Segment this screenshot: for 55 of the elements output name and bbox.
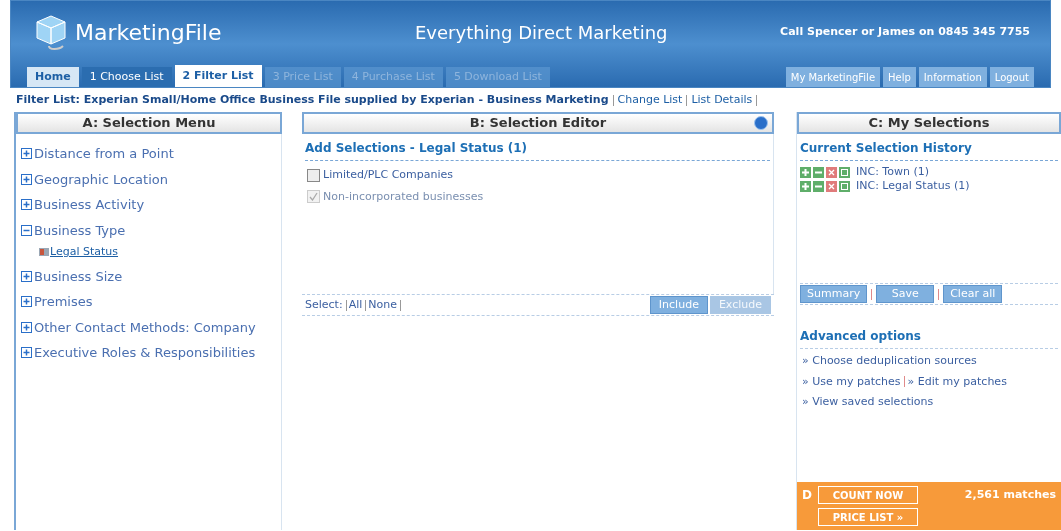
select-link[interactable]: None bbox=[368, 296, 397, 314]
expand-icon[interactable] bbox=[21, 347, 32, 359]
option-link[interactable]: » Choose deduplication sources bbox=[802, 353, 977, 370]
option-label: Limited/PLC Companies bbox=[323, 167, 454, 183]
checkbox[interactable] bbox=[307, 168, 320, 182]
menu-item[interactable]: Other Contact Methods: Company bbox=[34, 317, 256, 337]
section-title: Add Selections - Legal Status (1) bbox=[305, 134, 770, 161]
option-label: Non-incorporated businesses bbox=[323, 188, 484, 205]
menu-item[interactable]: Business Type bbox=[34, 220, 126, 240]
edit-icon[interactable] bbox=[839, 180, 850, 192]
tagline: Everything Direct Marketing bbox=[415, 20, 669, 45]
remove-icon[interactable] bbox=[826, 180, 837, 192]
panel-title: A: Selection Menu bbox=[82, 114, 216, 133]
expand-icon[interactable] bbox=[21, 321, 32, 333]
history-item: INC: Town (1) bbox=[856, 163, 929, 180]
submenu-link[interactable]: Legal Status bbox=[50, 244, 119, 261]
panel-title: C: My Selections bbox=[868, 114, 990, 133]
collapse-icon[interactable] bbox=[21, 224, 32, 236]
expand-icon[interactable] bbox=[21, 173, 32, 185]
menu-item[interactable]: Executive Roles & Responsibilities bbox=[34, 343, 256, 363]
minus-icon[interactable] bbox=[813, 180, 824, 192]
option-link[interactable]: » Use my patches bbox=[802, 373, 901, 390]
select-label: Select: bbox=[305, 296, 343, 313]
section-title: Advanced options bbox=[800, 305, 1058, 349]
expand-icon[interactable] bbox=[21, 296, 32, 308]
expand-icon[interactable] bbox=[21, 270, 32, 282]
history-item: INC: Legal Status (1) bbox=[856, 177, 970, 194]
expand-icon[interactable] bbox=[21, 199, 32, 211]
list-link[interactable]: List Details bbox=[691, 91, 753, 109]
edit-icon[interactable] bbox=[839, 166, 850, 178]
list-icon bbox=[39, 248, 49, 257]
remove-icon[interactable] bbox=[826, 166, 837, 178]
matches-count: 2,561 matches bbox=[964, 486, 1056, 503]
menu-item[interactable]: Premises bbox=[34, 292, 93, 312]
phone-text: Call Spencer or James on 0845 345 7755 bbox=[780, 23, 1030, 40]
logo-text: MarketingFile bbox=[75, 18, 223, 47]
list-link[interactable]: Change List bbox=[617, 91, 683, 109]
expand-icon[interactable] bbox=[21, 148, 32, 160]
menu-item[interactable]: Distance from a Point bbox=[34, 144, 174, 164]
minus-icon[interactable] bbox=[813, 166, 824, 178]
panel-title: B: Selection Editor bbox=[469, 114, 607, 133]
nav-tab[interactable]: Home bbox=[27, 67, 79, 87]
option-link[interactable]: » Edit my patches bbox=[907, 373, 1007, 390]
panel-letter: D bbox=[802, 487, 813, 504]
help-icon[interactable] bbox=[754, 116, 768, 130]
select-link[interactable]: All bbox=[348, 296, 363, 314]
option-link[interactable]: » View saved selections bbox=[802, 394, 934, 411]
filter-title: Filter List: Experian Small/Home Office Business File supplied by Experian - Business Marketing bbox=[16, 91, 609, 108]
nav-tab[interactable]: 2 Filter List bbox=[174, 65, 262, 87]
menu-item[interactable]: Geographic Location bbox=[34, 169, 168, 189]
menu-item[interactable]: Business Size bbox=[34, 266, 123, 286]
plus-icon[interactable] bbox=[800, 166, 811, 178]
section-title: Current Selection History bbox=[800, 134, 1058, 161]
plus-icon[interactable] bbox=[800, 180, 811, 192]
menu-item[interactable]: Business Activity bbox=[34, 195, 145, 215]
